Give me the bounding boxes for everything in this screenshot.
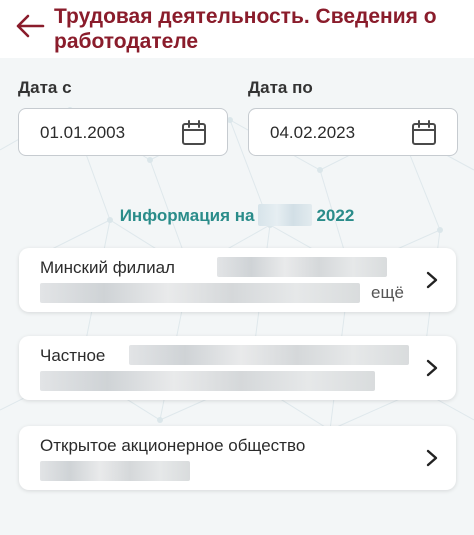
chevron-right-icon bbox=[426, 271, 438, 289]
employer-card-2[interactable]: Частное bbox=[19, 336, 456, 400]
date-from-field[interactable]: 01.01.2003 bbox=[18, 108, 228, 156]
info-heading: Информация на 2022 bbox=[0, 204, 474, 226]
redacted-date bbox=[258, 204, 313, 226]
chevron-right-icon bbox=[426, 359, 438, 377]
page-title: Трудовая деятельность. Сведения о работо… bbox=[54, 5, 437, 53]
main-content: Дата с 01.01.2003 Дата по 04.02.2023 Инф… bbox=[0, 58, 474, 535]
date-to-value: 04.02.2023 bbox=[270, 123, 356, 142]
redacted-text bbox=[217, 257, 387, 277]
employer-name: Частное bbox=[40, 346, 106, 365]
info-heading-year: 2022 bbox=[316, 206, 355, 225]
more-link[interactable]: ещё bbox=[371, 283, 404, 303]
employer-name: Минский филиал bbox=[40, 258, 175, 277]
employer-name: Открытое акционерное общество bbox=[40, 436, 306, 455]
date-from-value: 01.01.2003 bbox=[40, 123, 126, 142]
redacted-text bbox=[40, 461, 190, 481]
info-heading-prefix: Информация на bbox=[119, 206, 255, 225]
redacted-text bbox=[40, 283, 360, 303]
employer-card-3[interactable]: Открытое акционерное общество bbox=[19, 426, 456, 490]
date-from-label: Дата с bbox=[18, 78, 72, 97]
calendar-icon[interactable] bbox=[411, 120, 437, 146]
employer-card-1[interactable]: Минский филиал ещё bbox=[19, 248, 456, 312]
redacted-text bbox=[129, 345, 409, 365]
arrow-left-icon bbox=[16, 14, 45, 38]
app-header: Трудовая деятельность. Сведения о работо… bbox=[0, 0, 474, 58]
redacted-text bbox=[40, 371, 375, 391]
date-to-field[interactable]: 04.02.2023 bbox=[248, 108, 458, 156]
chevron-right-icon bbox=[426, 449, 438, 467]
calendar-icon[interactable] bbox=[181, 120, 207, 146]
date-to-label: Дата по bbox=[248, 78, 313, 97]
back-button[interactable] bbox=[10, 6, 50, 46]
